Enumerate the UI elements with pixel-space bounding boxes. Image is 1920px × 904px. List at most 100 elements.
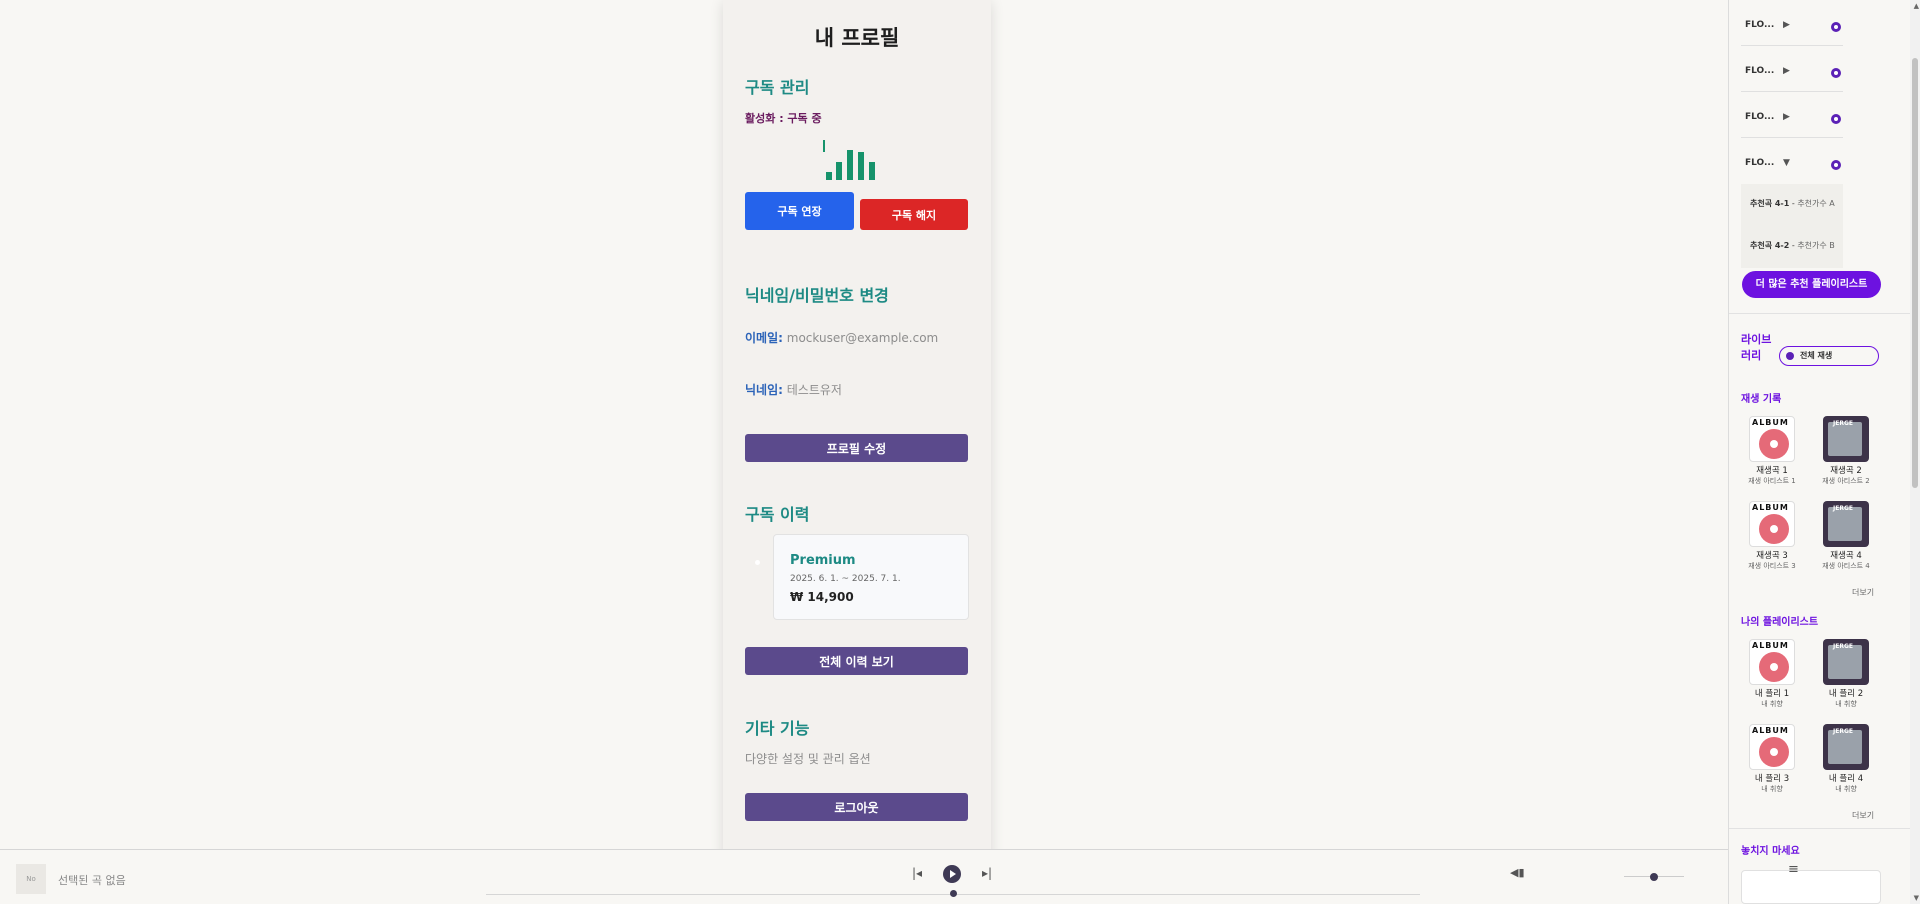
sub-track-title: 추천곡 4-2 [1750,241,1790,250]
recommended-playlist-row[interactable]: FLO... ▶ [1741,46,1843,92]
playlist-name: FLO... [1745,20,1775,30]
timeline-dot [755,560,760,565]
play-icon[interactable] [1831,160,1841,170]
play-all-label: 전체 재생 [1800,351,1833,360]
history-card: Premium 2025. 6. 1. ~ 2025. 7. 1. ₩ 14,9… [773,534,969,620]
play-icon[interactable] [1831,114,1841,124]
tile-title: 내 플리 4 [1828,774,1864,784]
email-value: mockuser@example.com [786,331,939,345]
album-art: JERGE [1823,639,1869,685]
album-art: ALBUM [1749,639,1795,685]
playlist-tile[interactable]: ALBUM 내 플리 3 내 취향 [1741,724,1803,794]
email-label: 이메일: [745,331,783,345]
tile-subtitle: 내 취향 [1835,785,1857,793]
history-period: 2025. 6. 1. ~ 2025. 7. 1. [790,574,901,584]
tile-artist: 재생 아티스트 1 [1748,477,1796,485]
logout-button[interactable]: 로그아웃 [745,793,968,821]
tile-title: 내 플리 1 [1754,689,1790,699]
tile-subtitle: 내 취향 [1761,785,1783,793]
profile-panel: 내 프로필 구독 관리 활성화 : 구독 중 구독 연장 구독 해지 닉네임/비… [723,0,991,880]
view-all-history-button[interactable]: 전체 이력 보기 [745,647,968,675]
play-icon[interactable] [1831,68,1841,78]
scroll-up-icon[interactable]: ▲ [1914,2,1919,10]
tile-artist: 재생 아티스트 2 [1822,477,1870,485]
tile-artist: 재생 아티스트 3 [1748,562,1796,570]
playlist-name: FLO... [1745,158,1775,168]
extend-subscription-button[interactable]: 구독 연장 [745,192,854,230]
playlist-tile[interactable]: JERGE 내 플리 2 내 취향 [1815,639,1877,709]
expand-icon[interactable]: ▶ [1783,20,1790,30]
next-icon[interactable]: ▸| [982,866,992,880]
library-title: 라이브러리 [1741,333,1772,362]
playlist-tile[interactable]: JERGE 내 플리 4 내 취향 [1815,724,1877,794]
history-price: ₩ 14,900 [790,590,854,604]
progress-knob[interactable] [950,890,957,897]
recommended-playlist-row[interactable]: FLO... ▼ [1741,138,1843,184]
account-heading: 닉네임/비밀번호 변경 [745,286,889,305]
sub-track-artist: 추천가수 A [1797,199,1835,208]
history-more-link[interactable]: 더보기 [1852,587,1874,598]
album-art: ALBUM [1749,501,1795,547]
history-tile[interactable]: JERGE 재생곡 4 재생 아티스트 4 [1815,501,1877,571]
previous-icon[interactable]: |◂ [912,866,922,880]
equalizer-icon [823,140,893,180]
edit-profile-button[interactable]: 프로필 수정 [745,434,968,462]
featured-heading: 놓치지 마세요 [1741,846,1800,857]
expand-icon[interactable]: ▶ [1783,112,1790,122]
playlists-more-link[interactable]: 더보기 [1852,810,1874,821]
track-thumbnail: No [16,864,46,894]
recommended-playlist-row[interactable]: FLO... ▶ [1741,92,1843,138]
album-art: JERGE [1823,724,1869,770]
sub-track-artist: 추천가수 B [1797,241,1835,250]
expand-icon[interactable]: ▶ [1783,66,1790,76]
nickname-value: 테스트유저 [786,383,842,397]
sub-track[interactable]: 추천곡 4-1 - 추천가수 A [1741,184,1843,226]
divider [1729,313,1911,314]
playlist-tile[interactable]: ALBUM 내 플리 1 내 취향 [1741,639,1803,709]
nickname-label: 닉네임: [745,383,783,397]
my-playlists-heading: 나의 플레이리스트 [1741,617,1819,628]
more-playlists-button[interactable]: 더 많은 추천 플레이리스트 [1742,271,1881,298]
divider [1729,828,1911,829]
playlist-name: FLO... [1745,66,1775,76]
history-tile[interactable]: ALBUM 재생곡 1 재생 아티스트 1 [1741,416,1803,486]
tile-title: 내 플리 2 [1828,689,1864,699]
other-heading: 기타 기능 [745,719,810,738]
play-all-button[interactable]: 전체 재생 [1779,346,1879,366]
tile-title: 재생곡 1 [1756,466,1788,476]
player-bar: No 선택된 곡 없음 |◂ ▸| ◀▮ ≡ [0,849,1799,904]
sub-track[interactable]: 추천곡 4-2 - 추천가수 B [1741,226,1843,268]
scroll-down-icon[interactable]: ▼ [1914,894,1919,902]
tile-artist: 재생 아티스트 4 [1822,562,1870,570]
scrollbar-thumb[interactable] [1912,58,1918,488]
right-sidebar: FLO... ▶ FLO... ▶ FLO... ▶ FLO... ▼ 추천곡 … [1728,0,1920,904]
collapse-icon[interactable]: ▼ [1783,158,1790,168]
play-button[interactable] [943,865,961,883]
sidebar-scrollbar[interactable]: ▲ ▼ [1910,0,1920,904]
tile-title: 재생곡 4 [1830,551,1862,561]
tile-title: 내 플리 3 [1754,774,1790,784]
album-art: JERGE [1823,501,1869,547]
history-plan: Premium [790,553,856,568]
album-art: ALBUM [1749,724,1795,770]
history-section-heading: 재생 기록 [1741,394,1782,405]
play-icon [1786,352,1794,360]
playlist-name: FLO... [1745,112,1775,122]
sub-track-title: 추천곡 4-1 [1750,199,1790,208]
album-art: JERGE [1823,416,1869,462]
history-tile[interactable]: JERGE 재생곡 2 재생 아티스트 2 [1815,416,1877,486]
volume-knob[interactable] [1650,873,1658,881]
volume-icon[interactable]: ◀▮ [1510,866,1525,879]
play-icon[interactable] [1831,22,1841,32]
featured-card[interactable] [1741,870,1881,904]
nickname-row: 닉네임: 테스트유저 [745,381,842,398]
recommended-playlist-row[interactable]: FLO... ▶ [1741,0,1843,46]
tile-subtitle: 내 취향 [1835,700,1857,708]
tile-title: 재생곡 2 [1830,466,1862,476]
email-row: 이메일: mockuser@example.com [745,329,938,346]
album-art: ALBUM [1749,416,1795,462]
history-tile[interactable]: ALBUM 재생곡 3 재생 아티스트 3 [1741,501,1803,571]
page-title: 내 프로필 [814,26,900,50]
cancel-subscription-button[interactable]: 구독 해지 [860,199,968,230]
queue-icon[interactable]: ≡ [1788,862,1799,877]
